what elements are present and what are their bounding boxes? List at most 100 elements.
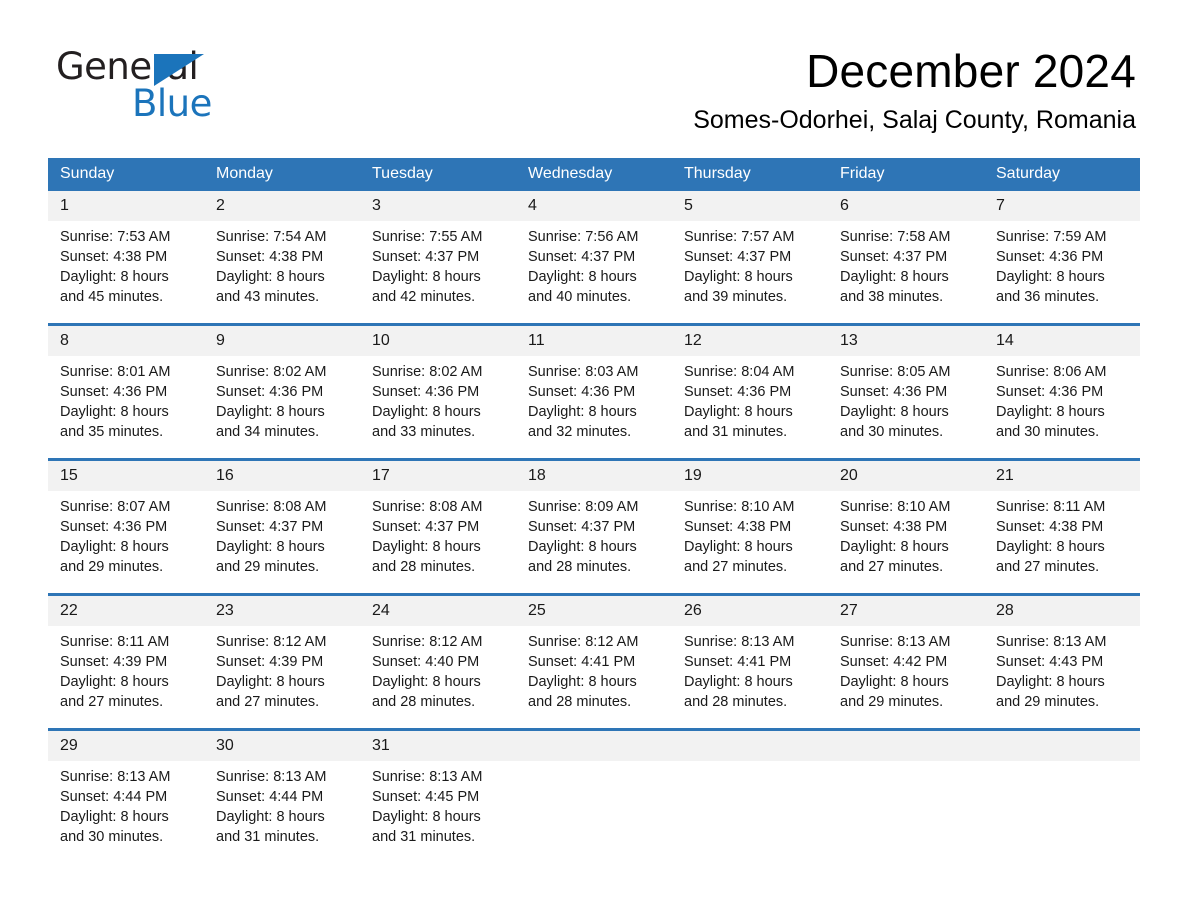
day-number[interactable]: 20 <box>828 461 984 491</box>
day-number[interactable]: 11 <box>516 326 672 356</box>
sunset-text: Sunset: 4:40 PM <box>372 654 480 670</box>
day-cell[interactable]: Sunrise: 8:12 AM Sunset: 4:41 PM Dayligh… <box>516 626 672 728</box>
week-2-daynum-row: 8 9 10 11 12 13 14 <box>48 326 1140 356</box>
sunset-text: Sunset: 4:41 PM <box>684 654 792 670</box>
week-1-info-row: Sunrise: 7:53 AM Sunset: 4:38 PM Dayligh… <box>48 221 1140 323</box>
day-number[interactable]: 25 <box>516 596 672 626</box>
day-cell[interactable]: Sunrise: 8:13 AM Sunset: 4:43 PM Dayligh… <box>984 626 1140 728</box>
day-number[interactable]: 28 <box>984 596 1140 626</box>
day-number[interactable]: 12 <box>672 326 828 356</box>
daylight-text-line1: Daylight: 8 hours <box>684 539 793 555</box>
day-number[interactable]: 4 <box>516 191 672 221</box>
daylight-text-line1: Daylight: 8 hours <box>840 404 949 420</box>
daylight-text-line2: and 28 minutes. <box>372 559 476 575</box>
day-cell[interactable]: Sunrise: 8:04 AM Sunset: 4:36 PM Dayligh… <box>672 356 828 458</box>
day-cell[interactable]: Sunrise: 8:07 AM Sunset: 4:36 PM Dayligh… <box>48 491 204 593</box>
week-1-daynum-row: 1 2 3 4 5 6 7 <box>48 191 1140 221</box>
day-cell[interactable]: Sunrise: 8:06 AM Sunset: 4:36 PM Dayligh… <box>984 356 1140 458</box>
day-cell[interactable]: Sunrise: 8:02 AM Sunset: 4:36 PM Dayligh… <box>360 356 516 458</box>
sunrise-text: Sunrise: 7:59 AM <box>996 229 1107 245</box>
day-number[interactable]: 17 <box>360 461 516 491</box>
day-number[interactable]: 7 <box>984 191 1140 221</box>
day-cell[interactable]: Sunrise: 7:59 AM Sunset: 4:36 PM Dayligh… <box>984 221 1140 323</box>
day-cell[interactable]: Sunrise: 8:11 AM Sunset: 4:38 PM Dayligh… <box>984 491 1140 593</box>
sunrise-text: Sunrise: 8:13 AM <box>684 634 795 650</box>
daylight-text-line2: and 45 minutes. <box>60 289 164 305</box>
empty-day-cell <box>672 761 828 863</box>
day-number[interactable]: 2 <box>204 191 360 221</box>
sunset-text: Sunset: 4:43 PM <box>996 654 1104 670</box>
week-3-info-row: Sunrise: 8:07 AM Sunset: 4:36 PM Dayligh… <box>48 491 1140 593</box>
sunrise-text: Sunrise: 7:53 AM <box>60 229 171 245</box>
day-number[interactable]: 24 <box>360 596 516 626</box>
day-cell[interactable]: Sunrise: 7:56 AM Sunset: 4:37 PM Dayligh… <box>516 221 672 323</box>
day-cell[interactable]: Sunrise: 7:53 AM Sunset: 4:38 PM Dayligh… <box>48 221 204 323</box>
sunrise-text: Sunrise: 8:05 AM <box>840 364 951 380</box>
day-number[interactable]: 27 <box>828 596 984 626</box>
empty-day-cell <box>828 761 984 863</box>
day-number[interactable]: 5 <box>672 191 828 221</box>
sunrise-text: Sunrise: 8:09 AM <box>528 499 639 515</box>
day-number[interactable]: 19 <box>672 461 828 491</box>
day-number[interactable]: 13 <box>828 326 984 356</box>
empty-day-number <box>828 731 984 761</box>
day-cell[interactable]: Sunrise: 8:05 AM Sunset: 4:36 PM Dayligh… <box>828 356 984 458</box>
day-number[interactable]: 8 <box>48 326 204 356</box>
day-number[interactable]: 3 <box>360 191 516 221</box>
daylight-text-line2: and 27 minutes. <box>684 559 788 575</box>
day-number[interactable]: 1 <box>48 191 204 221</box>
day-number[interactable]: 30 <box>204 731 360 761</box>
day-cell[interactable]: Sunrise: 7:58 AM Sunset: 4:37 PM Dayligh… <box>828 221 984 323</box>
day-number[interactable]: 6 <box>828 191 984 221</box>
daylight-text-line1: Daylight: 8 hours <box>216 674 325 690</box>
day-number[interactable]: 21 <box>984 461 1140 491</box>
logo-text-blue: Blue <box>132 82 212 125</box>
daylight-text-line1: Daylight: 8 hours <box>216 269 325 285</box>
sunrise-text: Sunrise: 8:08 AM <box>216 499 327 515</box>
day-cell[interactable]: Sunrise: 7:57 AM Sunset: 4:37 PM Dayligh… <box>672 221 828 323</box>
daylight-text-line1: Daylight: 8 hours <box>528 269 637 285</box>
weekday-header-tuesday: Tuesday <box>360 158 516 191</box>
weekday-header-row: Sunday Monday Tuesday Wednesday Thursday… <box>48 158 1140 191</box>
day-cell[interactable]: Sunrise: 8:10 AM Sunset: 4:38 PM Dayligh… <box>828 491 984 593</box>
day-number[interactable]: 26 <box>672 596 828 626</box>
day-cell[interactable]: Sunrise: 8:12 AM Sunset: 4:39 PM Dayligh… <box>204 626 360 728</box>
day-number[interactable]: 31 <box>360 731 516 761</box>
day-cell[interactable]: Sunrise: 8:08 AM Sunset: 4:37 PM Dayligh… <box>204 491 360 593</box>
day-cell[interactable]: Sunrise: 7:55 AM Sunset: 4:37 PM Dayligh… <box>360 221 516 323</box>
sunset-text: Sunset: 4:44 PM <box>60 789 168 805</box>
sunrise-text: Sunrise: 8:02 AM <box>216 364 327 380</box>
sunset-text: Sunset: 4:37 PM <box>372 249 480 265</box>
day-number[interactable]: 23 <box>204 596 360 626</box>
day-cell[interactable]: Sunrise: 8:13 AM Sunset: 4:45 PM Dayligh… <box>360 761 516 863</box>
day-cell[interactable]: Sunrise: 8:13 AM Sunset: 4:44 PM Dayligh… <box>204 761 360 863</box>
day-number[interactable]: 29 <box>48 731 204 761</box>
day-cell[interactable]: Sunrise: 8:11 AM Sunset: 4:39 PM Dayligh… <box>48 626 204 728</box>
day-cell[interactable]: Sunrise: 8:08 AM Sunset: 4:37 PM Dayligh… <box>360 491 516 593</box>
day-number[interactable]: 9 <box>204 326 360 356</box>
weekday-header-monday: Monday <box>204 158 360 191</box>
sunset-text: Sunset: 4:36 PM <box>60 384 168 400</box>
daylight-text-line1: Daylight: 8 hours <box>684 404 793 420</box>
day-number[interactable]: 15 <box>48 461 204 491</box>
day-cell[interactable]: Sunrise: 8:13 AM Sunset: 4:41 PM Dayligh… <box>672 626 828 728</box>
day-number[interactable]: 22 <box>48 596 204 626</box>
day-number[interactable]: 18 <box>516 461 672 491</box>
day-cell[interactable]: Sunrise: 8:13 AM Sunset: 4:42 PM Dayligh… <box>828 626 984 728</box>
day-cell[interactable]: Sunrise: 8:09 AM Sunset: 4:37 PM Dayligh… <box>516 491 672 593</box>
day-cell[interactable]: Sunrise: 8:02 AM Sunset: 4:36 PM Dayligh… <box>204 356 360 458</box>
daylight-text-line2: and 29 minutes. <box>216 559 320 575</box>
day-cell[interactable]: Sunrise: 8:13 AM Sunset: 4:44 PM Dayligh… <box>48 761 204 863</box>
sunrise-text: Sunrise: 8:13 AM <box>996 634 1107 650</box>
day-cell[interactable]: Sunrise: 7:54 AM Sunset: 4:38 PM Dayligh… <box>204 221 360 323</box>
daylight-text-line2: and 27 minutes. <box>60 694 164 710</box>
sunrise-text: Sunrise: 8:12 AM <box>372 634 483 650</box>
day-cell[interactable]: Sunrise: 8:01 AM Sunset: 4:36 PM Dayligh… <box>48 356 204 458</box>
day-cell[interactable]: Sunrise: 8:10 AM Sunset: 4:38 PM Dayligh… <box>672 491 828 593</box>
sunrise-text: Sunrise: 8:07 AM <box>60 499 171 515</box>
day-cell[interactable]: Sunrise: 8:03 AM Sunset: 4:36 PM Dayligh… <box>516 356 672 458</box>
day-number[interactable]: 14 <box>984 326 1140 356</box>
day-number[interactable]: 16 <box>204 461 360 491</box>
day-number[interactable]: 10 <box>360 326 516 356</box>
day-cell[interactable]: Sunrise: 8:12 AM Sunset: 4:40 PM Dayligh… <box>360 626 516 728</box>
